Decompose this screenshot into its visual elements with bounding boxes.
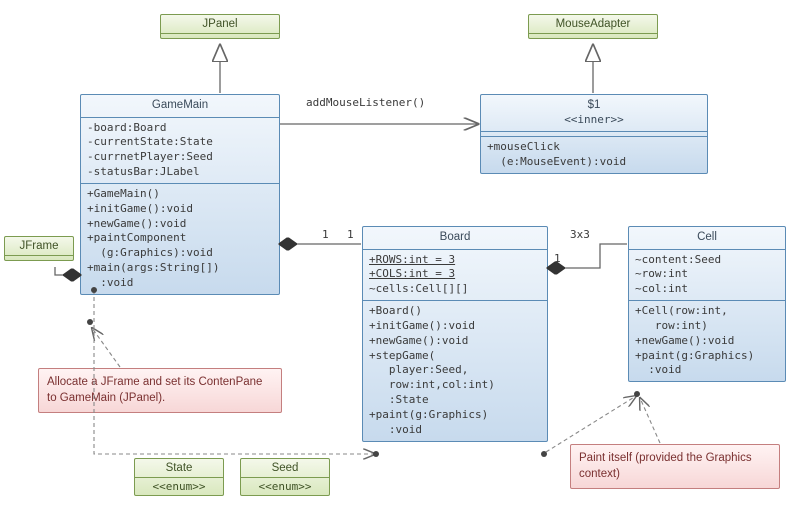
seed-stereo: <<enum>>: [241, 477, 329, 495]
board-name: Board: [363, 227, 547, 249]
class-board: Board +ROWS:int = 3 +COLS:int = 3 ~cells…: [362, 226, 548, 442]
inner-ops: +mouseClick (e:MouseEvent):void: [481, 136, 707, 173]
jframe-name: JFrame: [5, 237, 73, 255]
class-gamemain: GameMain -board:Board -currentState:Stat…: [80, 94, 280, 295]
gamemain-name: GameMain: [81, 95, 279, 117]
divider: [5, 255, 73, 260]
note-jframe: Allocate a JFrame and set its ContenPane…: [38, 368, 282, 413]
mouseadapter-name: MouseAdapter: [529, 15, 657, 33]
gamemain-ops: +GameMain() +initGame():void +newGame():…: [81, 183, 279, 294]
cell-ops: +Cell(row:int, row:int) +newGame():void …: [629, 300, 785, 381]
enum-seed: Seed <<enum>>: [240, 458, 330, 496]
class-mouseadapter: MouseAdapter: [528, 14, 658, 39]
state-stereo: <<enum>>: [135, 477, 223, 495]
label-one-cell-left: 1: [554, 252, 561, 265]
board-attrs: +ROWS:int = 3 +COLS:int = 3 ~cells:Cell[…: [363, 249, 547, 301]
inner-stereo: <<inner>>: [564, 113, 624, 126]
note-paint: Paint itself (provided the Graphics cont…: [570, 444, 780, 489]
class-jframe: JFrame: [4, 236, 74, 261]
gamemain-attrs: -board:Board -currentState:State -currne…: [81, 117, 279, 183]
class-inner-anon: $1 <<inner>> +mouseClick (e:MouseEvent):…: [480, 94, 708, 174]
label-one-right: 1: [347, 228, 354, 241]
board-ops: +Board() +initGame():void +newGame():voi…: [363, 300, 547, 441]
jpanel-name: JPanel: [161, 15, 279, 33]
divider: [161, 33, 279, 38]
seed-name: Seed: [241, 459, 329, 477]
class-cell: Cell ~content:Seed ~row:int ~col:int +Ce…: [628, 226, 786, 382]
inner-title: $1 <<inner>>: [481, 95, 707, 131]
cell-name: Cell: [629, 227, 785, 249]
label-addmouselistener: addMouseListener(): [306, 96, 425, 109]
label-3x3: 3x3: [570, 228, 590, 241]
inner-name: $1: [588, 99, 601, 111]
divider: [529, 33, 657, 38]
class-jpanel: JPanel: [160, 14, 280, 39]
state-name: State: [135, 459, 223, 477]
label-one-left: 1: [322, 228, 329, 241]
cell-attrs: ~content:Seed ~row:int ~col:int: [629, 249, 785, 301]
enum-state: State <<enum>>: [134, 458, 224, 496]
